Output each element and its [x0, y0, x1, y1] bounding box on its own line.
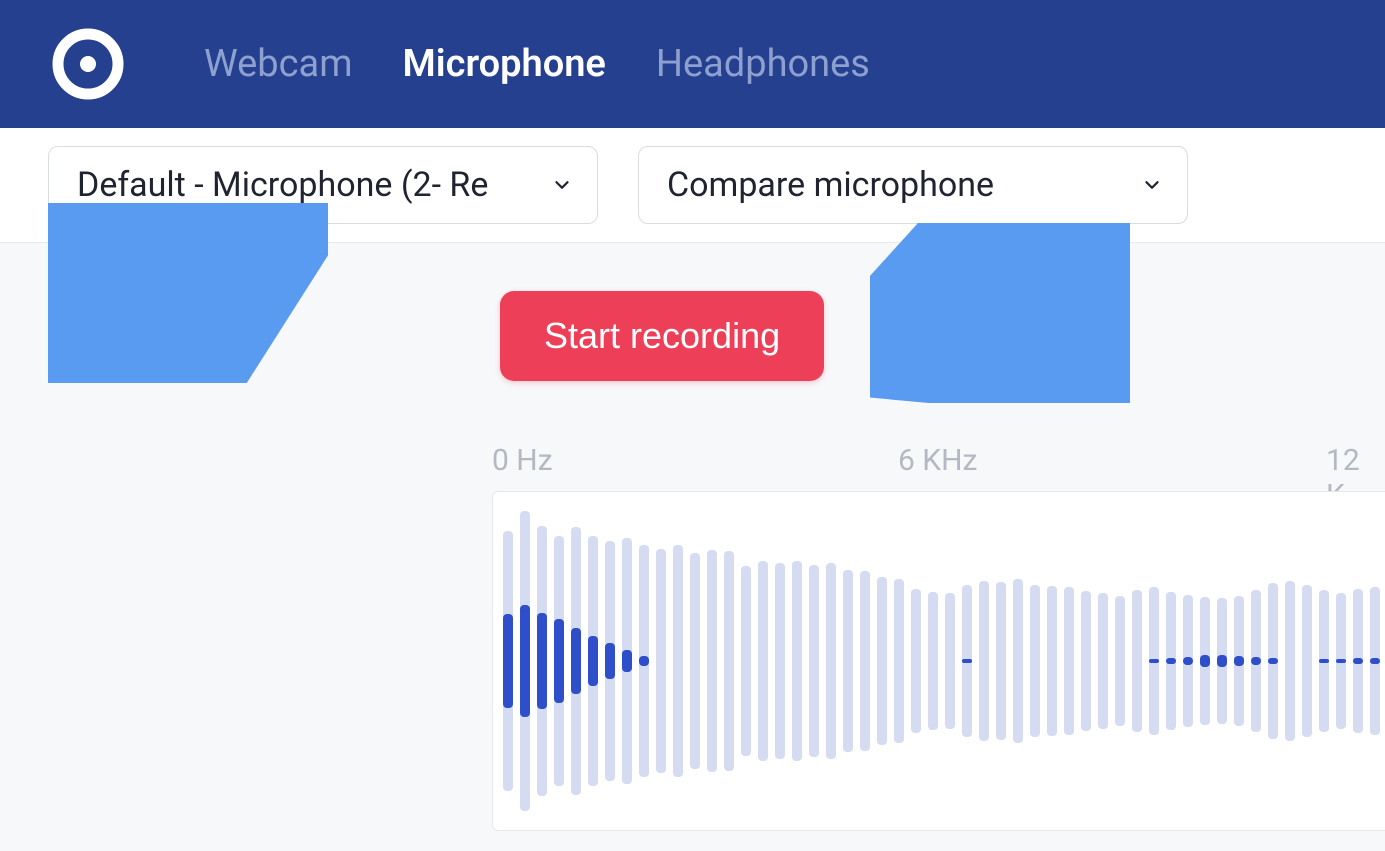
spectrum-bar [826, 491, 836, 831]
spectrum-bar [554, 491, 564, 831]
spectrum-bar [1098, 491, 1108, 831]
spectrum-bar [1285, 491, 1295, 831]
tab-headphones[interactable]: Headphones [656, 42, 870, 86]
spectrum-bar [503, 491, 513, 831]
spectrum-bar [1030, 491, 1040, 831]
app-logo [52, 28, 124, 100]
start-recording-button[interactable]: Start recording [500, 291, 824, 381]
compare-dropdown-label: Compare microphone [667, 165, 994, 205]
spectrum-bar [741, 491, 751, 831]
spectrum-bar [894, 491, 904, 831]
spectrum-bar [1302, 491, 1312, 831]
spectrum-bar [1132, 491, 1142, 831]
spectrum-bars [503, 492, 1385, 830]
tabs: Webcam Microphone Headphones [204, 42, 870, 86]
tab-webcam[interactable]: Webcam [204, 42, 353, 86]
device-dropdown-label: Default - Microphone (2- Re [77, 165, 488, 205]
spectrum-bar [843, 491, 853, 831]
chevron-down-icon [551, 165, 573, 205]
spectrum-bar [1251, 491, 1261, 831]
logo-icon [52, 28, 124, 100]
spectrum-bar [911, 491, 921, 831]
spectrum-bar [1200, 491, 1210, 831]
spectrum-bar [673, 491, 683, 831]
header: Webcam Microphone Headphones [0, 0, 1385, 128]
compare-dropdown[interactable]: Compare microphone [638, 146, 1188, 224]
spectrum-bar [1115, 491, 1125, 831]
spectrum-panel [492, 491, 1385, 831]
spectrum-bar [775, 491, 785, 831]
spectrum-bar [1047, 491, 1057, 831]
chevron-down-icon [1141, 165, 1163, 205]
spectrum-bar [1234, 491, 1244, 831]
spectrum-bar [877, 491, 887, 831]
spectrum-bar [1149, 491, 1159, 831]
spectrum-bar [1268, 491, 1278, 831]
spectrum-bar [724, 491, 734, 831]
spectrum-bar [622, 491, 632, 831]
spectrum-bar [537, 491, 547, 831]
controls-row: Default - Microphone (2- Re Compare micr… [0, 128, 1385, 243]
spectrum-bar [1183, 491, 1193, 831]
spectrum-bar [520, 491, 530, 831]
spectrum-bar [996, 491, 1006, 831]
spectrum-bar [1013, 491, 1023, 831]
spectrum-bar [571, 491, 581, 831]
spectrum-bar [1336, 491, 1346, 831]
spectrum-bar [860, 491, 870, 831]
device-dropdown[interactable]: Default - Microphone (2- Re [48, 146, 598, 224]
spectrum-bar [639, 491, 649, 831]
spectrum-bar [809, 491, 819, 831]
spectrum-bar [656, 491, 666, 831]
freq-label-0hz: 0 Hz [492, 443, 553, 478]
spectrum-bar [792, 491, 802, 831]
spectrum-bar [979, 491, 989, 831]
spectrum-bar [928, 491, 938, 831]
spectrum-bar [945, 491, 955, 831]
spectrum-bar [1064, 491, 1074, 831]
spectrum-bar [690, 491, 700, 831]
annotation-arrow-right [870, 223, 1130, 403]
spectrum-bar [758, 491, 768, 831]
spectrum-bar [707, 491, 717, 831]
spectrum-bar [962, 491, 972, 831]
spectrum-bar [1166, 491, 1176, 831]
spectrum-bar [1319, 491, 1329, 831]
spectrum-bar [588, 491, 598, 831]
freq-label-6khz: 6 KHz [898, 443, 977, 478]
tab-microphone[interactable]: Microphone [403, 42, 606, 86]
spectrum-bar [1081, 491, 1091, 831]
spectrum-bar [1353, 491, 1363, 831]
spectrum-bar [1370, 491, 1380, 831]
spectrum-bar [1217, 491, 1227, 831]
spectrum-bar [605, 491, 615, 831]
body-area: Start recording 0 Hz 6 KHz 12 K [0, 243, 1385, 851]
